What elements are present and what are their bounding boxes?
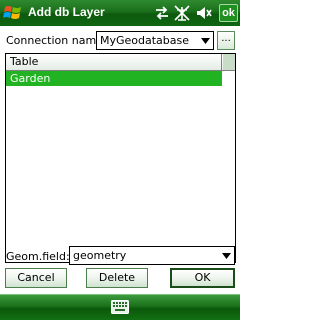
header-filler xyxy=(223,54,235,70)
table-header: Table xyxy=(6,54,235,71)
geometry-field-value: geometry xyxy=(73,249,127,262)
softkey-bar xyxy=(0,294,240,320)
delete-button[interactable]: Delete xyxy=(86,268,148,288)
geometry-field-label: Geom.field: xyxy=(6,250,70,263)
connectivity-icon[interactable] xyxy=(154,4,170,22)
dropdown-arrow-icon xyxy=(201,38,210,44)
connection-name-label: Connection name: xyxy=(6,34,107,47)
table-grid[interactable]: Table Garden xyxy=(5,53,236,263)
connection-name-dropdown[interactable]: MyGeodatabase xyxy=(96,31,214,50)
start-flag-icon[interactable] xyxy=(2,3,24,23)
dropdown-arrow-icon xyxy=(222,253,231,259)
keyboard-icon[interactable] xyxy=(111,300,129,314)
browse-connection-button[interactable]: ... xyxy=(217,31,235,50)
title-bar: Add db Layer ok xyxy=(0,0,240,26)
table-row[interactable]: Garden xyxy=(6,71,222,86)
dialog-content: Connection name: MyGeodatabase ... Table… xyxy=(0,26,240,294)
cancel-button[interactable]: Cancel xyxy=(5,268,67,288)
titlebar-ok-button[interactable]: ok xyxy=(219,4,238,22)
column-header-table[interactable]: Table xyxy=(6,54,222,70)
connection-name-value: MyGeodatabase xyxy=(100,34,190,47)
geometry-field-dropdown[interactable]: geometry xyxy=(69,246,235,265)
signal-off-icon[interactable] xyxy=(173,4,191,22)
volume-icon[interactable] xyxy=(195,4,213,22)
window-title: Add db Layer xyxy=(28,5,105,19)
ok-button[interactable]: OK xyxy=(170,268,235,288)
